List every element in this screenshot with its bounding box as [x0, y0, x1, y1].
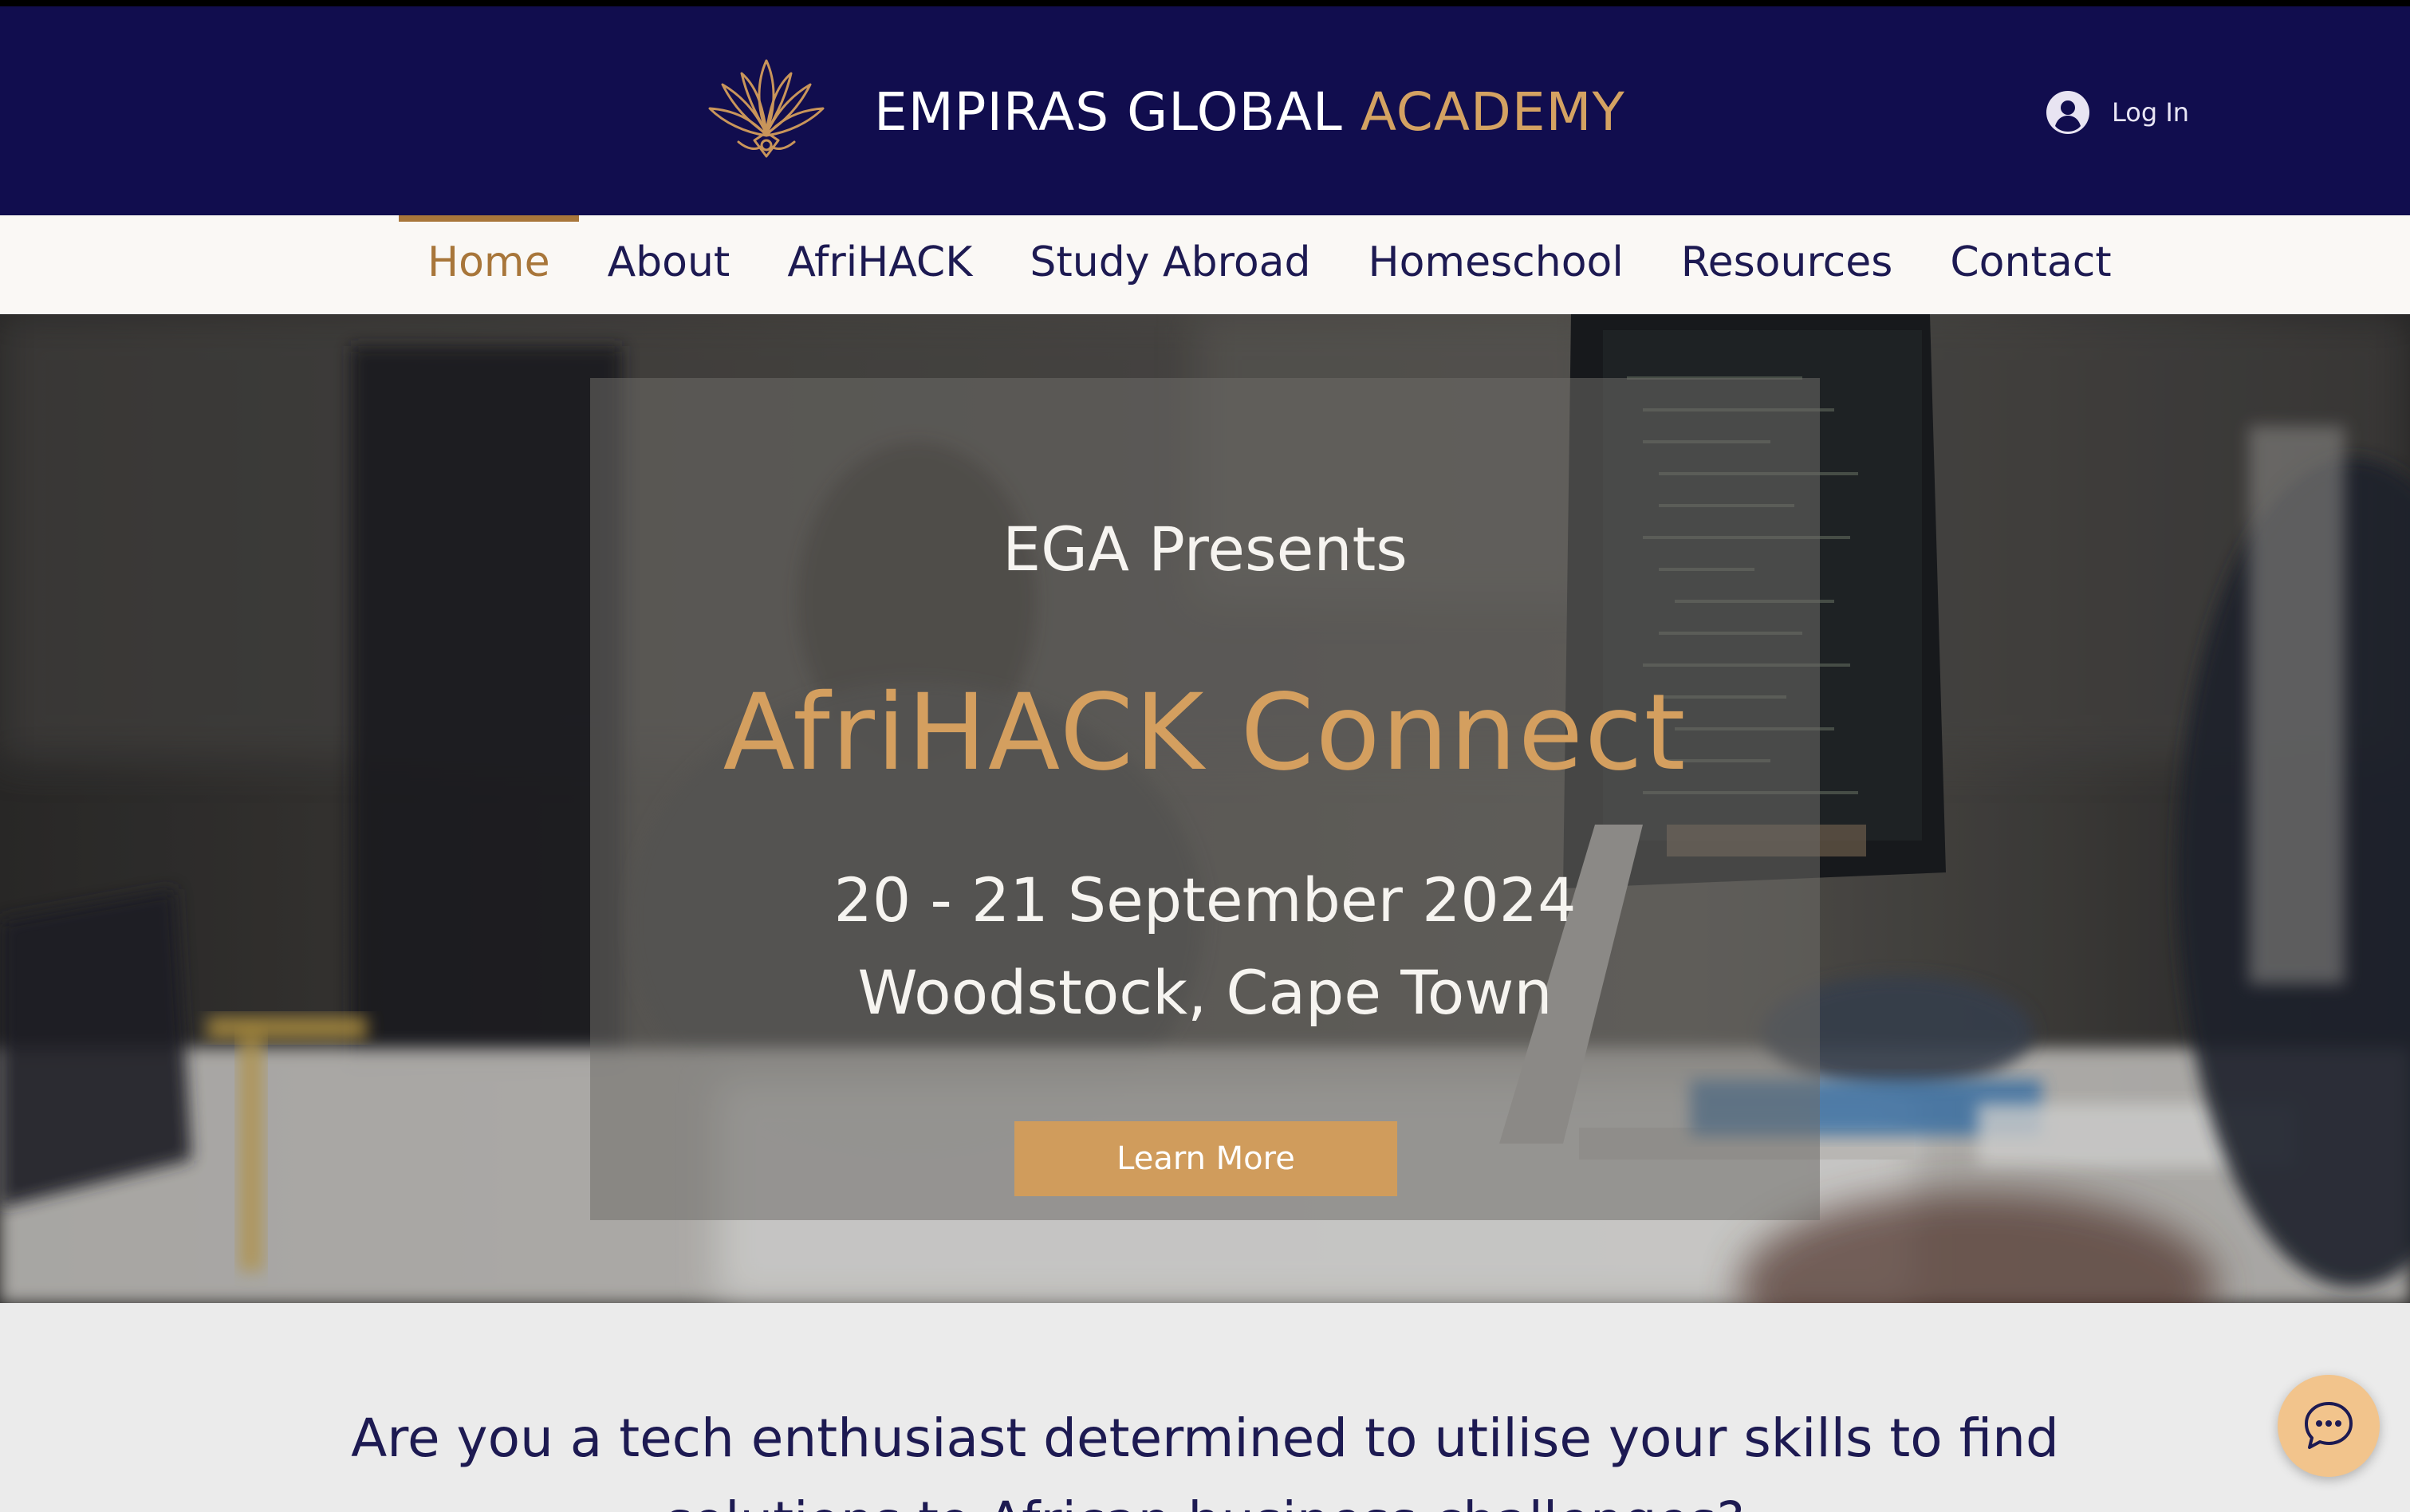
lotus-logo-icon[interactable]	[707, 56, 826, 164]
intro-text: Are you a tech enthusiast determined to …	[351, 1408, 2059, 1512]
nav-item-study-abroad[interactable]: Study Abroad	[1001, 215, 1339, 314]
user-avatar-icon	[2046, 91, 2089, 134]
login-label: Log In	[2112, 97, 2190, 128]
brand-suffix: ACADEMY	[1360, 81, 1625, 143]
main-nav: Home About AfriHACK Study Abroad Homesch…	[0, 215, 2410, 314]
intro-section: Are you a tech enthusiast determined to …	[0, 1303, 2410, 1512]
nav-item-afrihack[interactable]: AfriHACK	[758, 215, 1001, 314]
hero-card: EGA Presents AfriHACK Connect 20 - 21 Se…	[590, 378, 1820, 1220]
chat-button[interactable]	[2278, 1375, 2380, 1477]
event-date: 20 - 21 September 2024	[833, 864, 1577, 935]
event-location: Woodstock, Cape Town	[857, 957, 1553, 1028]
chat-bubble-icon	[2305, 1402, 2353, 1449]
nav-item-homeschool[interactable]: Homeschool	[1340, 215, 1652, 314]
learn-more-button[interactable]: Learn More	[1014, 1121, 1397, 1196]
site-title[interactable]: EMPIRAS GLOBAL ACADEMY	[874, 77, 1625, 148]
hero-eyebrow: EGA Presents	[1002, 514, 1408, 585]
nav-item-resources[interactable]: Resources	[1652, 215, 1922, 314]
hero-title: AfriHACK Connect	[723, 671, 1687, 794]
brand-name: EMPIRAS GLOBAL	[874, 81, 1343, 143]
site-header: EMPIRAS GLOBAL ACADEMY Log In	[0, 6, 2410, 215]
top-strip	[0, 0, 2410, 6]
nav-item-about[interactable]: About	[579, 215, 759, 314]
login-button[interactable]: Log In	[2046, 86, 2189, 139]
nav-item-contact[interactable]: Contact	[1921, 215, 2140, 314]
nav-item-home[interactable]: Home	[399, 215, 579, 314]
nav-items: Home About AfriHACK Study Abroad Homesch…	[399, 215, 2140, 314]
hero-section: EGA Presents AfriHACK Connect 20 - 21 Se…	[0, 314, 2410, 1303]
